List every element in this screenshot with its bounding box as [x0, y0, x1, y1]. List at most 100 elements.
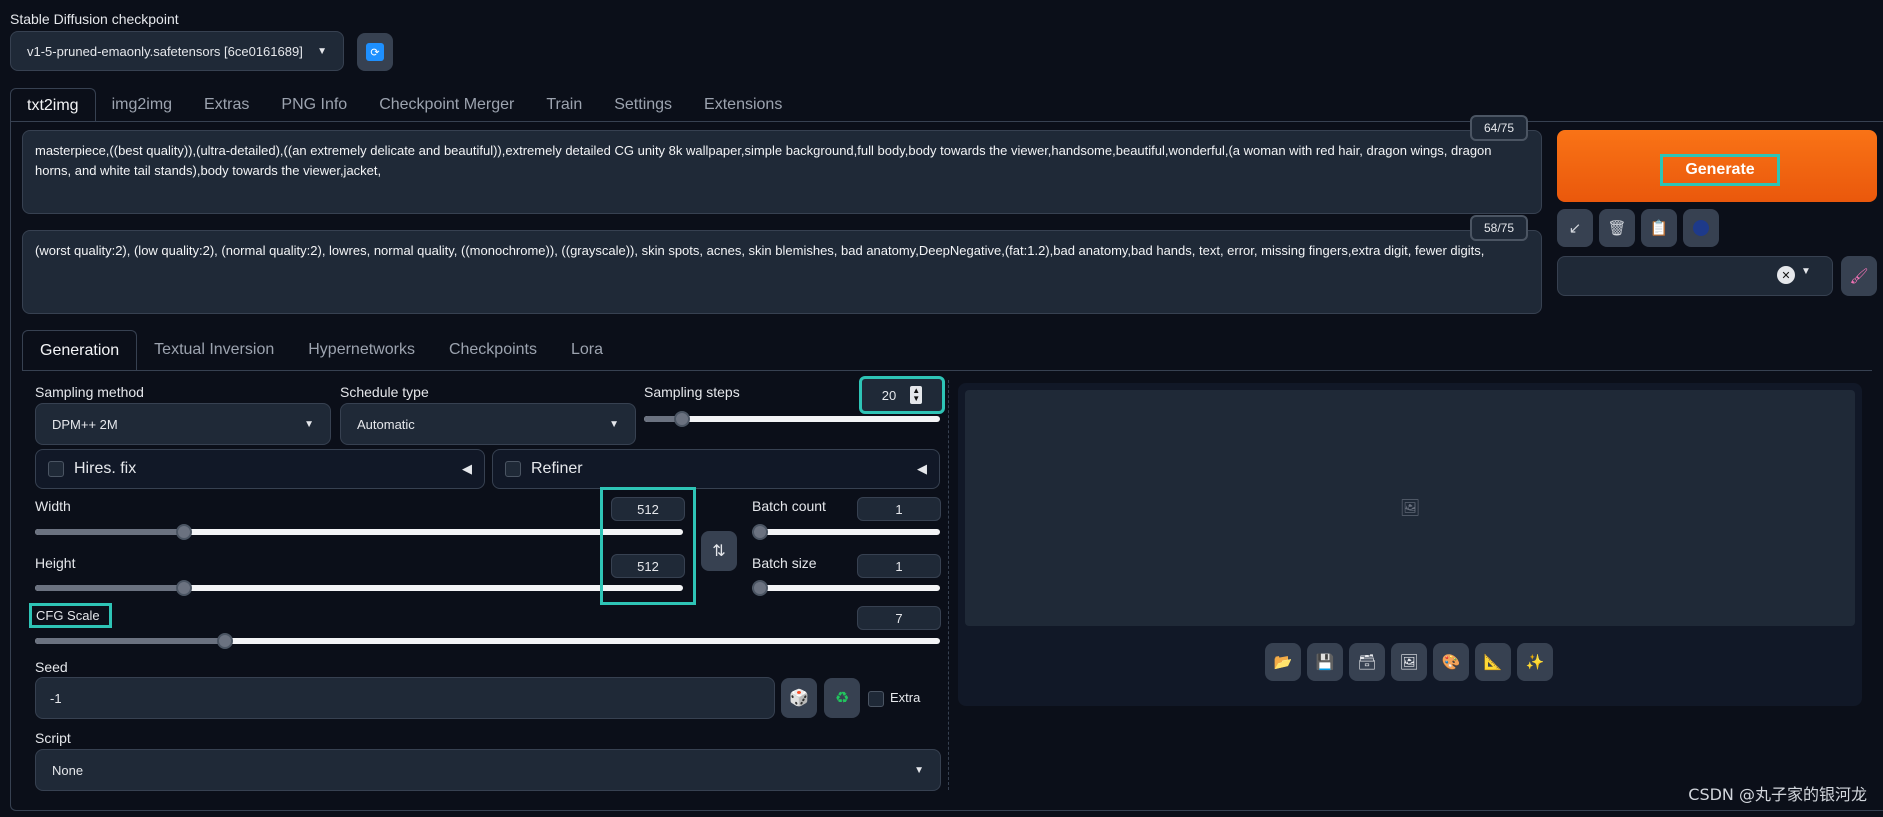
- random-seed-button[interactable]: 🎲: [781, 678, 817, 718]
- batch-count-input[interactable]: 1: [857, 497, 941, 521]
- tab-settings[interactable]: Settings: [598, 88, 688, 122]
- archive-icon: 🗃: [1357, 654, 1377, 671]
- refiner-header: Refiner: [505, 460, 583, 478]
- sampling-steps-slider[interactable]: [644, 411, 940, 427]
- save-button[interactable]: 💾: [1307, 643, 1343, 681]
- batch-count-thumb[interactable]: [752, 524, 768, 540]
- positive-prompt-input[interactable]: masterpiece,((best quality)),(ultra-deta…: [22, 130, 1542, 214]
- width-thumb[interactable]: [176, 524, 193, 540]
- batch-count-slider[interactable]: [752, 524, 940, 540]
- width-label: Width: [35, 498, 71, 514]
- hires-fix-checkbox[interactable]: [48, 461, 64, 477]
- palette-icon: 🎨: [1441, 654, 1461, 671]
- batch-count-label: Batch count: [752, 498, 826, 514]
- height-label: Height: [35, 555, 76, 571]
- batch-size-label: Batch size: [752, 555, 817, 571]
- height-thumb[interactable]: [176, 580, 193, 596]
- sampling-method-dropdown[interactable]: DPM++ 2M ▼: [35, 403, 331, 445]
- height-input[interactable]: 512: [611, 554, 685, 578]
- height-fill: [35, 585, 185, 591]
- send-to-inpaint-button[interactable]: 🎨: [1433, 643, 1469, 681]
- batch-size-thumb[interactable]: [752, 580, 768, 596]
- upscale-button[interactable]: ✨: [1517, 643, 1553, 681]
- batch-size-slider[interactable]: [752, 580, 940, 596]
- width-slider[interactable]: [35, 524, 683, 540]
- sampling-steps-value: 20: [881, 387, 897, 403]
- image-icon: 🖼: [1399, 500, 1421, 517]
- chevron-down-icon: ▼: [609, 418, 619, 430]
- batch-size-input[interactable]: 1: [857, 554, 941, 578]
- tab-checkpoints[interactable]: Checkpoints: [432, 330, 554, 370]
- refiner-label: Refiner: [531, 460, 583, 477]
- clipboard-icon: 📋: [1649, 220, 1669, 237]
- refiner-checkbox[interactable]: [505, 461, 521, 477]
- negative-prompt-input[interactable]: (worst quality:2), (low quality:2), (nor…: [22, 230, 1542, 314]
- tab-checkpoint-merger[interactable]: Checkpoint Merger: [363, 88, 530, 122]
- cfg-scale-slider[interactable]: [35, 633, 940, 649]
- refresh-checkpoint-button[interactable]: ⟳: [357, 33, 393, 71]
- height-slider[interactable]: [35, 580, 683, 596]
- read-params-button[interactable]: ↙: [1557, 209, 1593, 247]
- script-dropdown[interactable]: None ▼: [35, 749, 941, 791]
- subtab-divider: [22, 370, 1872, 371]
- output-image-placeholder: 🖼: [965, 390, 1855, 626]
- schedule-type-dropdown[interactable]: Automatic ▼: [340, 403, 636, 445]
- main-tabs: txt2img img2img Extras PNG Info Checkpoi…: [10, 88, 798, 122]
- width-fill: [35, 529, 185, 535]
- extra-seed-checkbox[interactable]: [868, 691, 884, 707]
- tab-png-info[interactable]: PNG Info: [265, 88, 363, 122]
- hires-fix-accordion[interactable]: Hires. fix ◀: [35, 449, 485, 489]
- send-to-img2img-button[interactable]: 🖼: [1391, 643, 1427, 681]
- arrow-down-left-icon: ↙: [1568, 220, 1582, 237]
- tab-generation[interactable]: Generation: [22, 330, 138, 370]
- refiner-accordion[interactable]: Refiner ◀: [492, 449, 940, 489]
- seed-input[interactable]: -1: [35, 677, 775, 719]
- generate-label[interactable]: Generate: [1660, 154, 1780, 186]
- checkpoint-label: Stable Diffusion checkpoint: [10, 11, 179, 27]
- chevron-down-icon: ▼: [304, 418, 314, 430]
- sampling-method-label: Sampling method: [35, 384, 144, 400]
- script-label: Script: [35, 730, 71, 746]
- floppy-disk-icon: 💾: [1315, 654, 1335, 671]
- tab-hypernetworks[interactable]: Hypernetworks: [291, 330, 432, 370]
- sampling-steps-input[interactable]: 20 ▲ ▼: [859, 376, 945, 414]
- tab-lora[interactable]: Lora: [554, 330, 620, 370]
- zip-button[interactable]: 🗃: [1349, 643, 1385, 681]
- script-value: None: [52, 762, 84, 778]
- tab-extras[interactable]: Extras: [188, 88, 265, 122]
- stepper-icon[interactable]: ▲ ▼: [910, 386, 923, 404]
- chevron-down-icon: ▼: [317, 45, 327, 57]
- positive-token-counter: 64/75: [1470, 115, 1528, 141]
- open-folder-button[interactable]: 📂: [1265, 643, 1301, 681]
- hires-fix-header: Hires. fix: [48, 460, 136, 478]
- cfg-scale-input[interactable]: 7: [857, 606, 941, 630]
- circle-icon: [1693, 220, 1709, 236]
- recycle-icon: ♻: [834, 690, 850, 707]
- tab-train[interactable]: Train: [530, 88, 598, 122]
- tab-extensions[interactable]: Extensions: [688, 88, 798, 122]
- clear-prompt-button[interactable]: 🗑: [1599, 209, 1635, 247]
- tab-textual-inversion[interactable]: Textual Inversion: [137, 330, 291, 370]
- collapse-triangle-icon[interactable]: ◀: [917, 461, 927, 477]
- style-extra-button[interactable]: [1683, 209, 1719, 247]
- edit-styles-button[interactable]: 🖌: [1841, 256, 1877, 296]
- send-to-extras-button[interactable]: 📐: [1475, 643, 1511, 681]
- tab-txt2img[interactable]: txt2img: [10, 88, 96, 122]
- tab-img2img[interactable]: img2img: [96, 88, 188, 122]
- triangle-ruler-icon: 📐: [1483, 654, 1503, 671]
- collapse-triangle-icon[interactable]: ◀: [462, 461, 472, 477]
- width-input[interactable]: 512: [611, 497, 685, 521]
- brush-icon: 🖌: [1849, 268, 1869, 285]
- reuse-seed-button[interactable]: ♻: [824, 678, 860, 718]
- sampling-method-value: DPM++ 2M: [52, 416, 118, 432]
- checkpoint-dropdown[interactable]: v1-5-pruned-emaonly.safetensors [6ce0161…: [10, 31, 344, 71]
- chevron-down-icon: ▼: [914, 764, 924, 776]
- apply-styles-button[interactable]: 📋: [1641, 209, 1677, 247]
- cfg-scale-thumb[interactable]: [217, 633, 234, 649]
- cfg-scale-fill: [35, 638, 226, 644]
- hires-fix-label: Hires. fix: [74, 460, 137, 477]
- clear-icon[interactable]: ✕: [1777, 266, 1795, 284]
- watermark: CSDN @丸子家的银河龙: [1688, 785, 1867, 804]
- schedule-type-label: Schedule type: [340, 384, 429, 400]
- swap-dimensions-button[interactable]: ⇅: [701, 531, 737, 571]
